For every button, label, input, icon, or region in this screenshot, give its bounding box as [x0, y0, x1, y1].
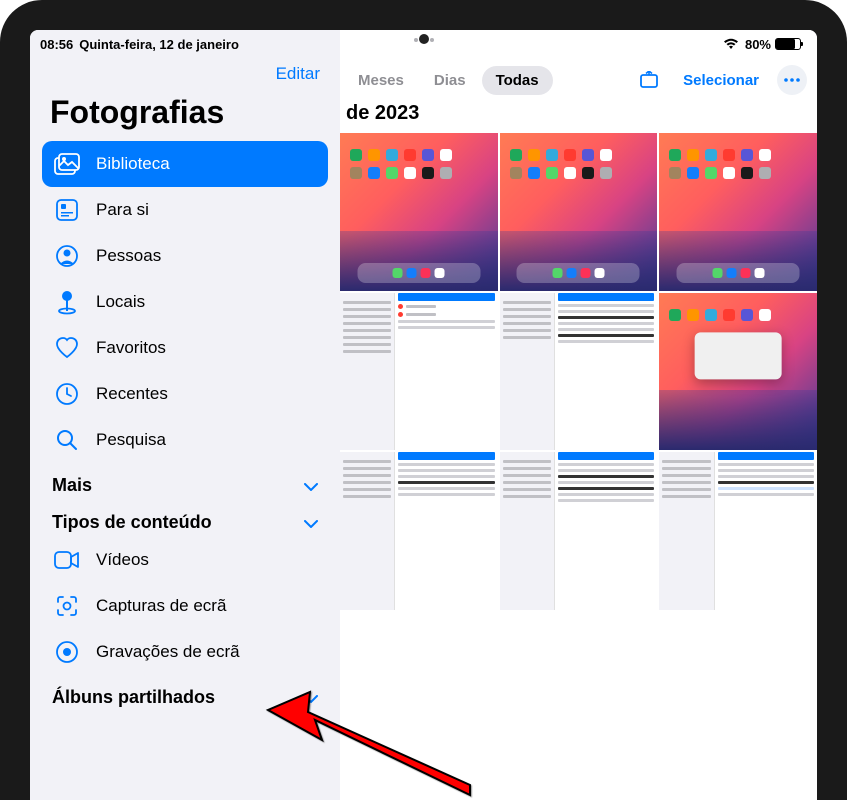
battery-percent: 80%: [745, 37, 771, 52]
sidebar-item-favorites[interactable]: Favoritos: [42, 325, 328, 371]
sidebar-item-people[interactable]: Pessoas: [42, 233, 328, 279]
sidebar-item-library[interactable]: Biblioteca: [42, 141, 328, 187]
sidebar-item-label: Favoritos: [96, 338, 166, 358]
photo-thumbnail[interactable]: [340, 133, 498, 291]
screenshot-icon: [54, 593, 80, 619]
status-date: Quinta-feira, 12 de janeiro: [79, 37, 239, 52]
sidebar-item-places[interactable]: Locais: [42, 279, 328, 325]
library-icon: [54, 151, 80, 177]
photo-thumbnail[interactable]: [659, 133, 817, 291]
more-button[interactable]: [777, 65, 807, 95]
photo-thumbnail[interactable]: [500, 133, 658, 291]
photo-grid: [340, 133, 817, 610]
ellipsis-icon: [783, 78, 801, 82]
chevron-down-icon: [304, 475, 318, 496]
sidebar-item-label: Vídeos: [96, 550, 149, 570]
sidebar-item-label: Pessoas: [96, 246, 161, 266]
search-icon: [54, 427, 80, 453]
sidebar-item-videos[interactable]: Vídeos: [42, 537, 328, 583]
heart-icon: [54, 335, 80, 361]
year-heading: de 2023: [340, 100, 817, 133]
sidebar-item-screenshots[interactable]: Capturas de ecrã: [42, 583, 328, 629]
sidebar-item-label: Para si: [96, 200, 149, 220]
main-content: Meses Dias Todas Selecionar de 2: [340, 30, 817, 800]
sidebar: Editar Fotografias Biblioteca: [30, 30, 340, 800]
chevron-down-icon: [304, 512, 318, 533]
section-more[interactable]: Mais: [42, 463, 328, 500]
photo-thumbnail[interactable]: [500, 452, 658, 610]
battery-icon: [775, 38, 801, 50]
device-camera: [419, 34, 429, 44]
edit-button[interactable]: Editar: [276, 64, 320, 84]
record-icon: [54, 639, 80, 665]
people-icon: [54, 243, 80, 269]
time-filter-tabs: Meses Dias Todas: [344, 66, 553, 95]
photo-thumbnail[interactable]: [500, 293, 658, 451]
sidebar-item-foryou[interactable]: Para si: [42, 187, 328, 233]
foryou-icon: [54, 197, 80, 223]
places-icon: [54, 289, 80, 315]
sidebar-item-screenrec[interactable]: Gravações de ecrã: [42, 629, 328, 675]
tab-days[interactable]: Dias: [420, 66, 480, 95]
select-button[interactable]: Selecionar: [673, 66, 769, 95]
section-label: Álbuns partilhados: [52, 687, 215, 708]
photo-thumbnail[interactable]: [340, 293, 498, 451]
sidebar-title: Fotografias: [42, 92, 328, 141]
sidebar-item-search[interactable]: Pesquisa: [42, 417, 328, 463]
section-shared-albums[interactable]: Álbuns partilhados: [42, 675, 328, 712]
sidebar-item-label: Locais: [96, 292, 145, 312]
photo-thumbnail[interactable]: [659, 452, 817, 610]
section-label: Mais: [52, 475, 92, 496]
ipad-device-frame: 08:56 Quinta-feira, 12 de janeiro 80% Ed…: [0, 0, 847, 800]
status-time: 08:56: [40, 37, 73, 52]
chevron-down-icon: [304, 687, 318, 708]
clock-icon: [54, 381, 80, 407]
sidebar-item-recents[interactable]: Recentes: [42, 371, 328, 417]
sidebar-item-label: Capturas de ecrã: [96, 596, 226, 616]
video-icon: [54, 547, 80, 573]
photo-thumbnail[interactable]: [340, 452, 498, 610]
tab-months[interactable]: Meses: [344, 66, 418, 95]
tab-all[interactable]: Todas: [482, 66, 553, 95]
wifi-icon: [723, 38, 739, 50]
sidebar-item-label: Biblioteca: [96, 154, 170, 174]
section-content-types[interactable]: Tipos de conteúdo: [42, 500, 328, 537]
photo-thumbnail[interactable]: [659, 293, 817, 451]
screen: 08:56 Quinta-feira, 12 de janeiro 80% Ed…: [30, 30, 817, 800]
aspect-button[interactable]: [633, 64, 665, 96]
section-label: Tipos de conteúdo: [52, 512, 212, 533]
sidebar-item-label: Gravações de ecrã: [96, 642, 240, 662]
sidebar-item-label: Recentes: [96, 384, 168, 404]
sidebar-item-label: Pesquisa: [96, 430, 166, 450]
